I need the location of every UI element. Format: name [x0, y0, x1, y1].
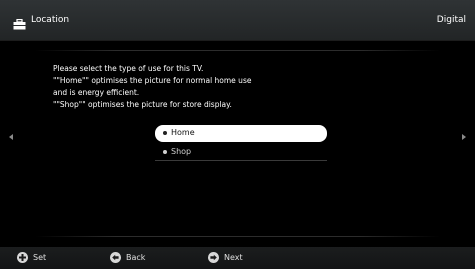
instruction-line: ""Home"" optimises the picture for norma…: [53, 76, 252, 85]
page-title: Location: [31, 15, 70, 25]
top-divider: [35, 50, 440, 51]
location-options-list: Home Shop: [155, 125, 327, 161]
right-arrow-icon[interactable]: [462, 134, 466, 140]
next-circle-icon: [208, 252, 219, 263]
option-home[interactable]: Home: [155, 125, 327, 142]
header-bar: Location Digital: [0, 0, 475, 40]
left-arrow-icon[interactable]: [9, 134, 13, 140]
bullet-icon: [163, 131, 167, 135]
footer-bar: Set Back Next: [0, 247, 475, 269]
option-label: Shop: [171, 147, 192, 156]
next-label: Next: [224, 253, 243, 262]
bullet-icon: [163, 150, 167, 154]
bottom-divider: [35, 236, 440, 237]
toolbox-icon: [13, 15, 26, 30]
option-label: Home: [171, 128, 195, 137]
set-label: Set: [33, 253, 47, 262]
instruction-line: ""Shop"" optimises the picture for store…: [53, 100, 232, 109]
instruction-line: and is energy efficient.: [53, 88, 140, 97]
instruction-text: Please select the type of use for this T…: [53, 63, 433, 111]
plus-circle-icon: [17, 252, 28, 263]
main-panel: Please select the type of use for this T…: [0, 41, 475, 247]
instruction-line: Please select the type of use for this T…: [53, 64, 204, 73]
input-source-label: Digital: [436, 15, 466, 25]
back-circle-icon: [110, 252, 121, 263]
option-shop[interactable]: Shop: [155, 144, 327, 161]
back-label: Back: [126, 253, 146, 262]
